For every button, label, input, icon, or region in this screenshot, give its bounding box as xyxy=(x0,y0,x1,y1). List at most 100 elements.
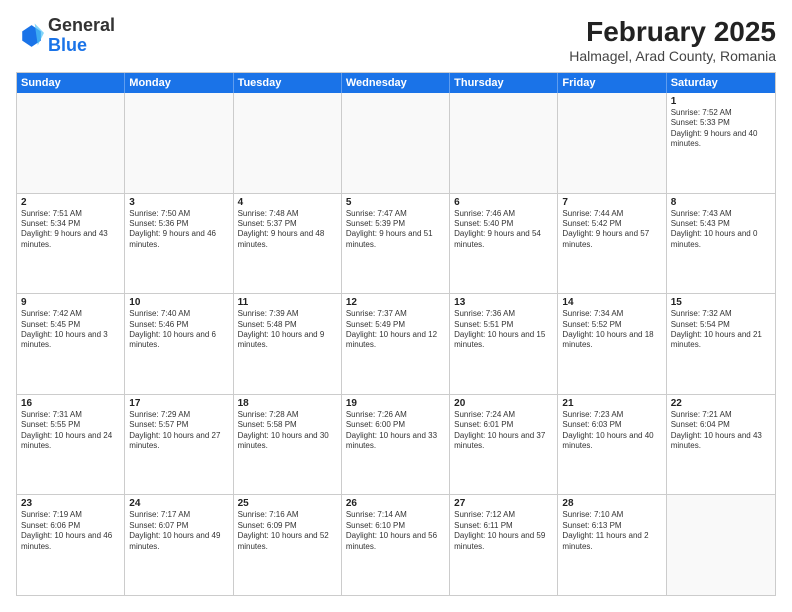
day-number: 3 xyxy=(129,197,228,208)
cell-w4-d5: 28Sunrise: 7:10 AM Sunset: 6:13 PM Dayli… xyxy=(558,495,666,595)
day-number: 24 xyxy=(129,498,228,509)
day-info: Sunrise: 7:29 AM Sunset: 5:57 PM Dayligh… xyxy=(129,410,228,452)
day-number: 17 xyxy=(129,398,228,409)
day-number: 20 xyxy=(454,398,553,409)
day-info: Sunrise: 7:21 AM Sunset: 6:04 PM Dayligh… xyxy=(671,410,771,452)
cell-w3-d4: 20Sunrise: 7:24 AM Sunset: 6:01 PM Dayli… xyxy=(450,395,558,495)
header-wednesday: Wednesday xyxy=(342,73,450,93)
day-number: 5 xyxy=(346,197,445,208)
day-number: 28 xyxy=(562,498,661,509)
header-tuesday: Tuesday xyxy=(234,73,342,93)
week-row-2: 9Sunrise: 7:42 AM Sunset: 5:45 PM Daylig… xyxy=(17,294,775,395)
day-number: 26 xyxy=(346,498,445,509)
cell-w2-d1: 10Sunrise: 7:40 AM Sunset: 5:46 PM Dayli… xyxy=(125,294,233,394)
cell-w0-d0 xyxy=(17,93,125,193)
day-number: 1 xyxy=(671,96,771,107)
day-number: 7 xyxy=(562,197,661,208)
day-info: Sunrise: 7:32 AM Sunset: 5:54 PM Dayligh… xyxy=(671,309,771,351)
day-info: Sunrise: 7:52 AM Sunset: 5:33 PM Dayligh… xyxy=(671,108,771,150)
day-info: Sunrise: 7:23 AM Sunset: 6:03 PM Dayligh… xyxy=(562,410,661,452)
day-number: 6 xyxy=(454,197,553,208)
day-info: Sunrise: 7:50 AM Sunset: 5:36 PM Dayligh… xyxy=(129,209,228,251)
day-info: Sunrise: 7:17 AM Sunset: 6:07 PM Dayligh… xyxy=(129,510,228,552)
cell-w0-d6: 1Sunrise: 7:52 AM Sunset: 5:33 PM Daylig… xyxy=(667,93,775,193)
cell-w4-d6 xyxy=(667,495,775,595)
day-info: Sunrise: 7:14 AM Sunset: 6:10 PM Dayligh… xyxy=(346,510,445,552)
day-info: Sunrise: 7:16 AM Sunset: 6:09 PM Dayligh… xyxy=(238,510,337,552)
week-row-3: 16Sunrise: 7:31 AM Sunset: 5:55 PM Dayli… xyxy=(17,395,775,496)
day-number: 25 xyxy=(238,498,337,509)
day-info: Sunrise: 7:31 AM Sunset: 5:55 PM Dayligh… xyxy=(21,410,120,452)
week-row-0: 1Sunrise: 7:52 AM Sunset: 5:33 PM Daylig… xyxy=(17,93,775,194)
day-number: 19 xyxy=(346,398,445,409)
day-number: 22 xyxy=(671,398,771,409)
day-info: Sunrise: 7:12 AM Sunset: 6:11 PM Dayligh… xyxy=(454,510,553,552)
cell-w3-d1: 17Sunrise: 7:29 AM Sunset: 5:57 PM Dayli… xyxy=(125,395,233,495)
calendar-body: 1Sunrise: 7:52 AM Sunset: 5:33 PM Daylig… xyxy=(17,93,775,595)
header-saturday: Saturday xyxy=(667,73,775,93)
cell-w4-d3: 26Sunrise: 7:14 AM Sunset: 6:10 PM Dayli… xyxy=(342,495,450,595)
day-info: Sunrise: 7:44 AM Sunset: 5:42 PM Dayligh… xyxy=(562,209,661,251)
cell-w1-d5: 7Sunrise: 7:44 AM Sunset: 5:42 PM Daylig… xyxy=(558,194,666,294)
logo: General Blue xyxy=(16,16,115,56)
cell-w2-d6: 15Sunrise: 7:32 AM Sunset: 5:54 PM Dayli… xyxy=(667,294,775,394)
calendar-header: Sunday Monday Tuesday Wednesday Thursday… xyxy=(17,73,775,93)
page: General Blue February 2025 Halmagel, Ara… xyxy=(0,0,792,612)
calendar-subtitle: Halmagel, Arad County, Romania xyxy=(569,48,776,64)
week-row-1: 2Sunrise: 7:51 AM Sunset: 5:34 PM Daylig… xyxy=(17,194,775,295)
cell-w2-d0: 9Sunrise: 7:42 AM Sunset: 5:45 PM Daylig… xyxy=(17,294,125,394)
header: General Blue February 2025 Halmagel, Ara… xyxy=(16,16,776,64)
header-monday: Monday xyxy=(125,73,233,93)
cell-w3-d0: 16Sunrise: 7:31 AM Sunset: 5:55 PM Dayli… xyxy=(17,395,125,495)
cell-w2-d4: 13Sunrise: 7:36 AM Sunset: 5:51 PM Dayli… xyxy=(450,294,558,394)
day-info: Sunrise: 7:43 AM Sunset: 5:43 PM Dayligh… xyxy=(671,209,771,251)
header-thursday: Thursday xyxy=(450,73,558,93)
day-info: Sunrise: 7:24 AM Sunset: 6:01 PM Dayligh… xyxy=(454,410,553,452)
day-number: 10 xyxy=(129,297,228,308)
day-number: 21 xyxy=(562,398,661,409)
day-info: Sunrise: 7:37 AM Sunset: 5:49 PM Dayligh… xyxy=(346,309,445,351)
day-info: Sunrise: 7:36 AM Sunset: 5:51 PM Dayligh… xyxy=(454,309,553,351)
logo-general-text: General xyxy=(48,15,115,35)
day-number: 8 xyxy=(671,197,771,208)
cell-w1-d0: 2Sunrise: 7:51 AM Sunset: 5:34 PM Daylig… xyxy=(17,194,125,294)
day-info: Sunrise: 7:42 AM Sunset: 5:45 PM Dayligh… xyxy=(21,309,120,351)
day-number: 15 xyxy=(671,297,771,308)
day-number: 9 xyxy=(21,297,120,308)
calendar: Sunday Monday Tuesday Wednesday Thursday… xyxy=(16,72,776,596)
day-info: Sunrise: 7:28 AM Sunset: 5:58 PM Dayligh… xyxy=(238,410,337,452)
day-info: Sunrise: 7:26 AM Sunset: 6:00 PM Dayligh… xyxy=(346,410,445,452)
day-info: Sunrise: 7:19 AM Sunset: 6:06 PM Dayligh… xyxy=(21,510,120,552)
day-info: Sunrise: 7:34 AM Sunset: 5:52 PM Dayligh… xyxy=(562,309,661,351)
day-number: 13 xyxy=(454,297,553,308)
day-info: Sunrise: 7:47 AM Sunset: 5:39 PM Dayligh… xyxy=(346,209,445,251)
cell-w0-d1 xyxy=(125,93,233,193)
cell-w1-d1: 3Sunrise: 7:50 AM Sunset: 5:36 PM Daylig… xyxy=(125,194,233,294)
cell-w4-d0: 23Sunrise: 7:19 AM Sunset: 6:06 PM Dayli… xyxy=(17,495,125,595)
day-number: 16 xyxy=(21,398,120,409)
day-number: 12 xyxy=(346,297,445,308)
cell-w4-d2: 25Sunrise: 7:16 AM Sunset: 6:09 PM Dayli… xyxy=(234,495,342,595)
calendar-title: February 2025 xyxy=(569,16,776,48)
cell-w3-d3: 19Sunrise: 7:26 AM Sunset: 6:00 PM Dayli… xyxy=(342,395,450,495)
cell-w4-d1: 24Sunrise: 7:17 AM Sunset: 6:07 PM Dayli… xyxy=(125,495,233,595)
cell-w4-d4: 27Sunrise: 7:12 AM Sunset: 6:11 PM Dayli… xyxy=(450,495,558,595)
cell-w1-d2: 4Sunrise: 7:48 AM Sunset: 5:37 PM Daylig… xyxy=(234,194,342,294)
day-number: 27 xyxy=(454,498,553,509)
header-sunday: Sunday xyxy=(17,73,125,93)
cell-w2-d2: 11Sunrise: 7:39 AM Sunset: 5:48 PM Dayli… xyxy=(234,294,342,394)
header-friday: Friday xyxy=(558,73,666,93)
day-info: Sunrise: 7:39 AM Sunset: 5:48 PM Dayligh… xyxy=(238,309,337,351)
cell-w3-d5: 21Sunrise: 7:23 AM Sunset: 6:03 PM Dayli… xyxy=(558,395,666,495)
day-number: 23 xyxy=(21,498,120,509)
cell-w3-d2: 18Sunrise: 7:28 AM Sunset: 5:58 PM Dayli… xyxy=(234,395,342,495)
cell-w3-d6: 22Sunrise: 7:21 AM Sunset: 6:04 PM Dayli… xyxy=(667,395,775,495)
title-block: February 2025 Halmagel, Arad County, Rom… xyxy=(569,16,776,64)
logo-icon xyxy=(16,22,44,50)
cell-w0-d3 xyxy=(342,93,450,193)
cell-w2-d5: 14Sunrise: 7:34 AM Sunset: 5:52 PM Dayli… xyxy=(558,294,666,394)
day-number: 2 xyxy=(21,197,120,208)
cell-w0-d2 xyxy=(234,93,342,193)
day-info: Sunrise: 7:51 AM Sunset: 5:34 PM Dayligh… xyxy=(21,209,120,251)
cell-w1-d6: 8Sunrise: 7:43 AM Sunset: 5:43 PM Daylig… xyxy=(667,194,775,294)
